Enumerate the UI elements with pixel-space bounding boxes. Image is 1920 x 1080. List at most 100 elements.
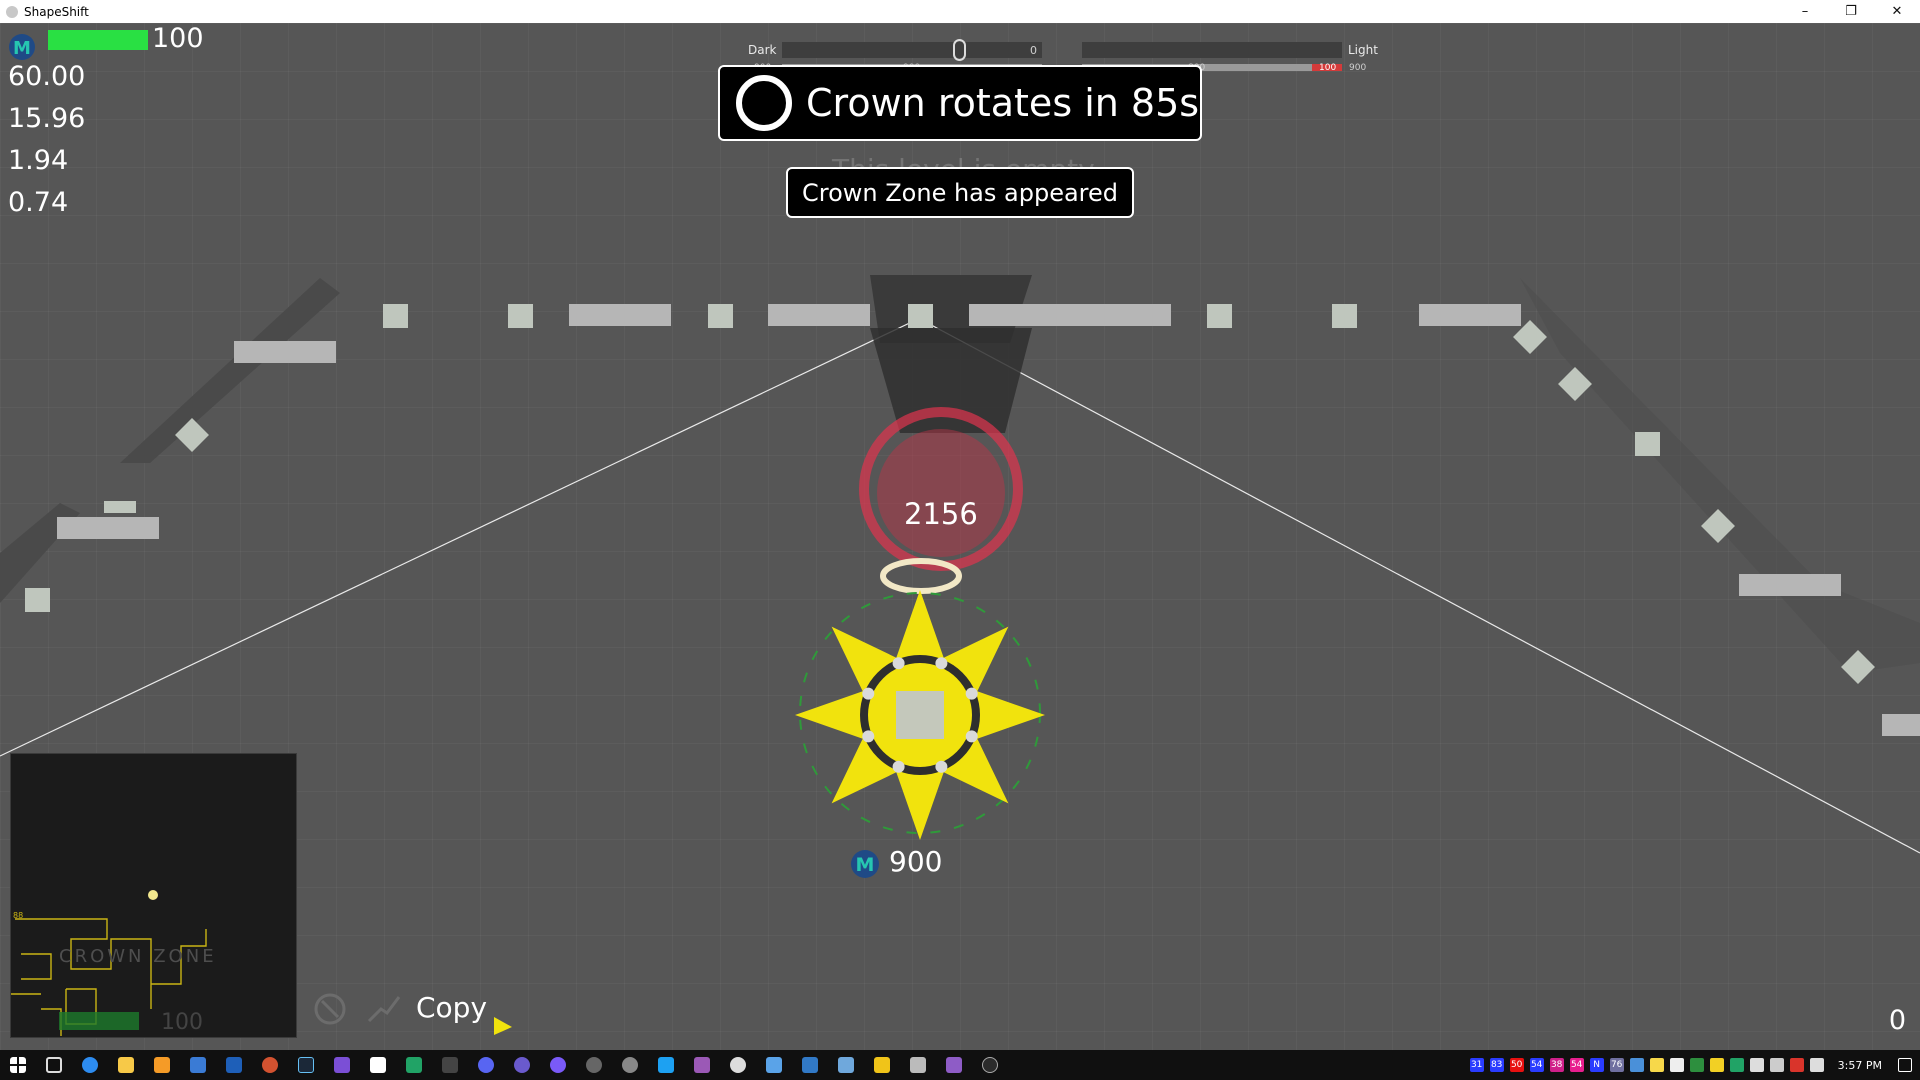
app-icon-pale[interactable] [910, 1057, 926, 1073]
stat-line-4: 0.74 [8, 187, 69, 218]
sheets-icon[interactable] [406, 1057, 422, 1073]
tray-badge-6[interactable]: 54 [1569, 1058, 1584, 1072]
stat-line-1: 60.00 [8, 61, 86, 92]
restore-button[interactable]: ❐ [1828, 0, 1874, 23]
player-badge-icon: M [9, 34, 35, 60]
stone-tile [104, 501, 136, 513]
stone-tile [1332, 304, 1357, 328]
tray-badge-4[interactable]: 54 [1529, 1058, 1544, 1072]
player-orb [892, 760, 905, 773]
minimap-zone-label: CROWN ZONE [59, 946, 217, 967]
right-sub-badge: 100 [1319, 63, 1337, 73]
app-icon-purple[interactable] [514, 1057, 530, 1073]
tray-wifi-icon[interactable] [1809, 1058, 1824, 1072]
minimap[interactable]: CROWN ZONE 100 88 [10, 753, 297, 1038]
tray-network-icon[interactable] [1629, 1058, 1644, 1072]
app-icon-violet[interactable] [550, 1057, 566, 1073]
minimize-button[interactable]: – [1782, 0, 1828, 23]
terminal-icon[interactable] [442, 1057, 458, 1073]
player-core-tile [896, 691, 944, 739]
player-orb [892, 657, 905, 670]
app-icon-light[interactable] [730, 1057, 746, 1073]
svg-text:M: M [13, 38, 31, 59]
brick-platform [569, 304, 671, 326]
stone-tile [908, 304, 933, 328]
brick-platform [57, 517, 159, 539]
platform-shadow [1520, 278, 1920, 673]
tray-antivirus-icon[interactable] [1789, 1058, 1804, 1072]
slider-dark-label: Dark [748, 43, 777, 57]
tray-shield-icon[interactable] [1749, 1058, 1764, 1072]
close-button[interactable]: ✕ [1874, 0, 1920, 23]
discord-icon[interactable] [478, 1057, 494, 1073]
task-view-icon[interactable] [46, 1057, 62, 1073]
app-icon-sky[interactable] [766, 1057, 782, 1073]
stat-line-2: 15.96 [8, 103, 86, 134]
platform-shadow [120, 278, 340, 463]
minimap-health-value: 100 [161, 1010, 203, 1035]
tray-badge-8[interactable]: 76 [1609, 1058, 1624, 1072]
app-icon-orange[interactable] [154, 1057, 170, 1073]
ability-secondary-icon[interactable] [365, 991, 405, 1027]
vs-code-icon[interactable] [370, 1057, 386, 1073]
brick-platform [1739, 574, 1841, 596]
tray-h-icon[interactable] [1729, 1058, 1744, 1072]
app-icon-grey[interactable] [586, 1057, 602, 1073]
tray-star-icon[interactable] [1709, 1058, 1724, 1072]
app-icon [6, 5, 18, 18]
slider-thumb[interactable] [953, 39, 966, 61]
chrome-icon[interactable] [82, 1057, 98, 1073]
ability-slot-icon[interactable] [312, 989, 352, 1029]
notes-icon[interactable] [190, 1057, 206, 1073]
app-icon-plum[interactable] [946, 1057, 962, 1073]
game-viewport[interactable]: M 100 60.00 15.96 1.94 0.74 Dark 0 0 Lig… [0, 23, 1920, 1050]
app-icon-magenta[interactable] [694, 1057, 710, 1073]
player-orb [862, 687, 875, 700]
brick-platform [768, 304, 870, 326]
window-title-bar: ShapeShift – ❐ ✕ [0, 0, 1920, 23]
word-icon[interactable] [226, 1057, 242, 1073]
tray-badge-1[interactable]: 31 [1469, 1058, 1484, 1072]
browser-icon[interactable] [262, 1057, 278, 1073]
brick-platform [1071, 304, 1171, 326]
tray-volume-icon[interactable] [1769, 1058, 1784, 1072]
tray-badge-7[interactable]: N [1589, 1058, 1604, 1072]
stone-tile [25, 588, 50, 612]
app-icon-gold[interactable] [874, 1057, 890, 1073]
stone-tile [708, 304, 733, 328]
stone-tile [508, 304, 533, 328]
app-icon-silver[interactable] [622, 1057, 638, 1073]
boss-score: 2156 [904, 497, 978, 531]
steam-icon[interactable] [298, 1057, 314, 1073]
app-icon-azure[interactable] [838, 1057, 854, 1073]
file-explorer-icon[interactable] [118, 1057, 134, 1073]
window-title: ShapeShift [24, 4, 89, 19]
tray-badge-5[interactable]: 38 [1549, 1058, 1564, 1072]
system-tray: 31 83 50 54 38 54 N 76 3:57 PM [1469, 1050, 1912, 1080]
bottom-right-counter: 0 [1888, 1005, 1906, 1036]
player-score: 900 [889, 845, 943, 878]
minimap-layout: CROWN ZONE 100 88 [11, 890, 217, 1036]
app-icon-blue[interactable] [658, 1057, 674, 1073]
windows-start-icon[interactable] [10, 1057, 26, 1073]
stone-tile [1207, 304, 1232, 328]
tray-notes-icon[interactable] [1649, 1058, 1664, 1072]
visual-studio-icon[interactable] [334, 1057, 350, 1073]
tray-storage-icon[interactable] [1669, 1058, 1684, 1072]
health-value: 100 [152, 23, 204, 54]
slider-light-label: Light [1348, 43, 1378, 57]
crown-timer-banner: Crown rotates in 85s [718, 65, 1202, 141]
tray-nvidia-icon[interactable] [1689, 1058, 1704, 1072]
app-icon-dark[interactable] [982, 1057, 998, 1073]
taskbar-clock[interactable]: 3:57 PM [1838, 1059, 1882, 1072]
slider-left-track[interactable] [782, 42, 1042, 58]
slider-right-track[interactable] [1082, 42, 1342, 58]
player-label-icon: M [851, 850, 879, 878]
brick-platform [969, 304, 1071, 326]
notifications-icon[interactable] [1898, 1058, 1912, 1072]
app-icon-navy[interactable] [802, 1057, 818, 1073]
tray-badge-3[interactable]: 50 [1509, 1058, 1524, 1072]
player-orb [965, 730, 978, 743]
crown-timer-text: Crown rotates in 85s [806, 81, 1200, 125]
tray-badge-2[interactable]: 83 [1489, 1058, 1504, 1072]
